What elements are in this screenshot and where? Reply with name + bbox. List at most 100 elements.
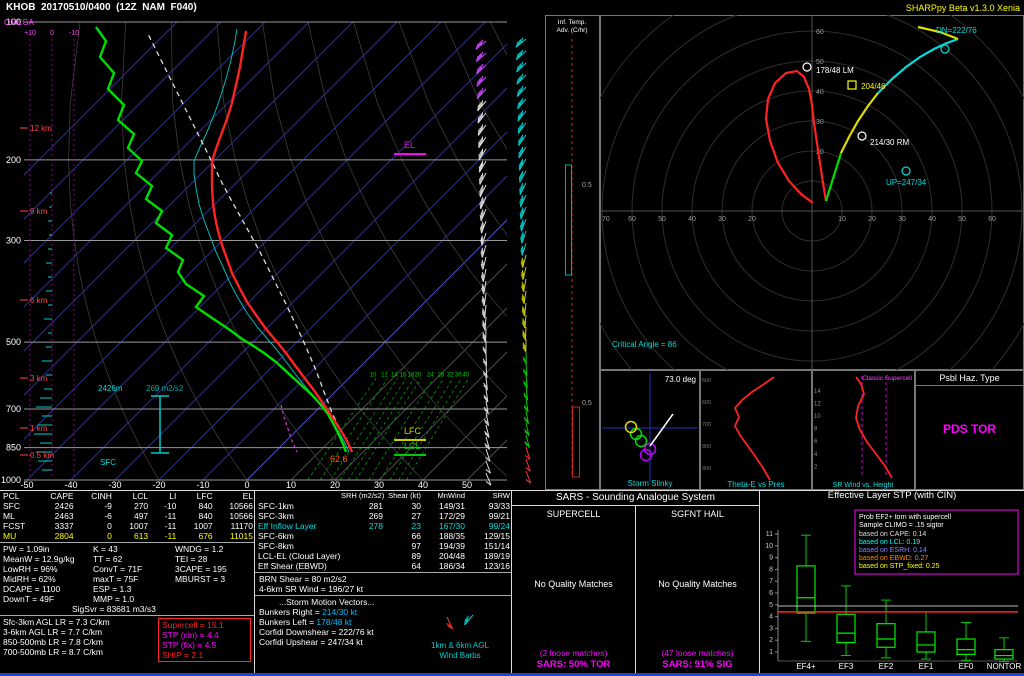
- omega-axis-label: 0: [50, 30, 54, 37]
- isotherm: [0, 22, 309, 480]
- stp-category-label: NONTOR: [987, 662, 1022, 672]
- wind-barb-flag: [481, 189, 482, 195]
- sars-supercell-column[interactable]: SUPERCELL No Quality Matches (2 loose ma…: [512, 506, 636, 676]
- sharppy-window: KHOB 20170510/0400 (12Z NAM F040) SHARPp…: [0, 0, 1024, 676]
- mixing-ratio-label: 28: [437, 372, 444, 378]
- wind-barb: [524, 291, 526, 304]
- parcel-row[interactable]: MU28040613-1167611015: [0, 531, 254, 541]
- stat-line: ConvT = 71F: [93, 564, 172, 574]
- sars-hail-column[interactable]: SGFNT HAIL No Quality Matches (47 loose …: [636, 506, 759, 676]
- hodo-axis-label: 50: [816, 59, 824, 66]
- stat-line: MBURST = 3: [175, 574, 254, 584]
- skewt-plot[interactable]: 1012141618202428323640100200300500700850…: [0, 15, 507, 490]
- mixing-ratio-label: 32: [447, 372, 454, 378]
- mixing-ratio-label: 24: [427, 372, 434, 378]
- stat-line: WNDG = 1.2: [175, 544, 254, 554]
- isotherm: [27, 22, 485, 480]
- isotherm: [0, 22, 441, 480]
- srwind-height-label: 2: [814, 464, 818, 470]
- parcel-row[interactable]: SFC2426-9270-1084010566: [0, 501, 254, 511]
- stp-category-label: EF1: [919, 662, 934, 672]
- hazard-value: PDS TOR: [916, 422, 1023, 436]
- kinematics-value: 149/31: [423, 501, 467, 511]
- parcel-table: PCLCAPECINHLCLLILFCELSFC2426-9270-108401…: [0, 491, 254, 541]
- lfc-label: LFC: [404, 426, 422, 436]
- storm-slinky-panel[interactable]: 73.0 degStorm Slinky: [600, 370, 700, 490]
- lapse-rates: Sfc-3km AGL LR = 7.3 C/km3-6km AGL LR = …: [0, 617, 155, 663]
- kinematics-value: LCL-EL (Cloud Layer): [255, 551, 339, 561]
- wind-barb: [485, 317, 486, 330]
- stp-category-label: EF4+: [796, 662, 815, 672]
- parcel-value: 840: [177, 511, 213, 521]
- stat-line: LowRH = 96%: [3, 564, 90, 574]
- sars-column-header: SGFNT HAIL: [671, 509, 724, 519]
- parcel-row[interactable]: FCST333701007-11100711170: [0, 521, 254, 531]
- pressure-label: 700: [6, 404, 21, 414]
- hodo-axis-label: 60: [988, 216, 996, 223]
- parcel-header-cell: LCL: [113, 491, 149, 501]
- wind-barb-flag: [481, 126, 482, 132]
- isotherm: [247, 22, 507, 480]
- parcel-value: ML: [0, 511, 34, 521]
- parcel-row[interactable]: ML2463-6497-1184010566: [0, 511, 254, 521]
- srwind-height-label: 14: [814, 389, 821, 395]
- parcel-header-cell: PCL: [0, 491, 34, 501]
- stp-y-tick-label: 7: [769, 578, 773, 585]
- vector-label: Corfidi Upshear =: [259, 637, 328, 647]
- parcel-value: 10566: [214, 511, 254, 521]
- stat-line: PW = 1.09in: [3, 544, 90, 554]
- srwind-title: SR Wind vs. Height: [833, 482, 894, 489]
- height-label: 0.5 km: [30, 451, 54, 460]
- hodo-axis-label: 50: [958, 216, 966, 223]
- sig-severe-line: SigSvr = 83681 m3/s3: [0, 604, 254, 614]
- parcel-value: -9: [75, 501, 113, 511]
- hazard-title: Psbl Haz. Type: [916, 371, 1023, 386]
- thetae-panel[interactable]: 500600700800900Theta-E vs Pres: [700, 370, 812, 490]
- thetae-pressure-label: 600: [702, 400, 711, 406]
- lapse-rate-line: 850-500mb LR = 7.8 C/km: [3, 637, 155, 647]
- stp-y-tick-label: 2: [769, 637, 773, 644]
- isotherm: [0, 22, 397, 480]
- advection-value-label: 0.5: [582, 400, 592, 407]
- storm-motion-marker[interactable]: [848, 81, 856, 89]
- kinematics-row: SFC-8km97194/39151/14: [255, 541, 512, 551]
- temp-axis-label: -30: [108, 480, 121, 490]
- sr-wind-panel[interactable]: 2468101214Classic SupercellSR Wind vs. H…: [812, 370, 915, 490]
- lcl-label: LCL: [404, 441, 421, 451]
- sars-panel[interactable]: SARS - Sounding Analogue System SUPERCEL…: [512, 490, 760, 676]
- hodo-axis-label: 60: [816, 29, 824, 36]
- app-version: SHARPpy Beta v1.3.0 Xenia: [906, 3, 1024, 13]
- stp-y-tick-label: 10: [765, 543, 773, 550]
- stat-line: 3CAPE = 195: [175, 564, 254, 574]
- parcel-value: 11015: [214, 531, 254, 541]
- kinematics-value: 99/21: [467, 511, 512, 521]
- height-label: 3 km: [30, 374, 48, 383]
- stat-line: ESP = 1.3: [93, 584, 172, 594]
- omega-axis-label: -10: [69, 30, 79, 37]
- kinematics-value: SFC-1km: [255, 501, 339, 511]
- kinematics-value: Eff Shear (EBWD): [255, 561, 339, 571]
- mixing-ratio-label: 20: [415, 372, 422, 378]
- temp-axis-label: 0: [244, 480, 249, 490]
- lapse-rate-line: Sfc-3km AGL LR = 7.3 C/km: [3, 617, 155, 627]
- pressure-label: 1000: [1, 475, 21, 485]
- vector-value: 222/76 kt: [339, 627, 374, 637]
- parcel-value: -11: [149, 531, 177, 541]
- stp-title: Effective Layer STP (with CIN): [760, 491, 1024, 504]
- wind-barb-flag: [482, 187, 483, 193]
- sfc-label: SFC: [100, 458, 116, 467]
- parcel-value: FCST: [0, 521, 34, 531]
- kinematics-value: [339, 541, 385, 551]
- wind-barb-column: [507, 15, 545, 490]
- stp-box: [917, 632, 935, 652]
- slinky-updraft-vector: [650, 414, 673, 446]
- effective-inflow-height-label: 2426m: [98, 384, 123, 393]
- temp-adv-title: Adv. (C/hr): [557, 27, 588, 34]
- dry-adiabat: [490, 22, 507, 490]
- pressure-label: 850: [6, 443, 21, 453]
- stp-y-tick-label: 4: [769, 614, 773, 621]
- el-label: EL: [404, 140, 415, 150]
- kinematics-row: SFC-6km66188/35129/15: [255, 531, 512, 541]
- stat-line: MeanW = 12.9g/kg: [3, 554, 90, 564]
- hodograph-plot[interactable]: 2030405060203040506070102030405060178/48…: [600, 15, 1024, 370]
